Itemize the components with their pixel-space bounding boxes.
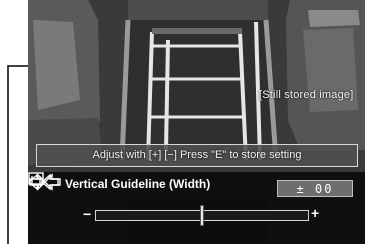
slider-thumb[interactable] xyxy=(200,205,204,226)
guideline-title: Vertical Guideline (Width) xyxy=(65,177,211,191)
still-image-label: [Still stored image] xyxy=(259,89,354,101)
plus-label: + xyxy=(311,205,320,221)
increase-arrows-icon[interactable] xyxy=(28,172,62,192)
rear-camera-view: [Still stored image] Adjust with [+] [−]… xyxy=(28,0,365,244)
minus-label: − xyxy=(83,206,92,222)
guideline-adjust-panel: Vertical Guideline (Width) ± 00 − + xyxy=(28,172,365,244)
instruction-bar: Adjust with [+] [−] Press "E" to store s… xyxy=(36,144,358,167)
guideline-value: ± 00 xyxy=(296,182,334,196)
instruction-text: Adjust with [+] [−] Press "E" to store s… xyxy=(92,149,302,161)
guideline-value-box: ± 00 xyxy=(277,180,353,197)
